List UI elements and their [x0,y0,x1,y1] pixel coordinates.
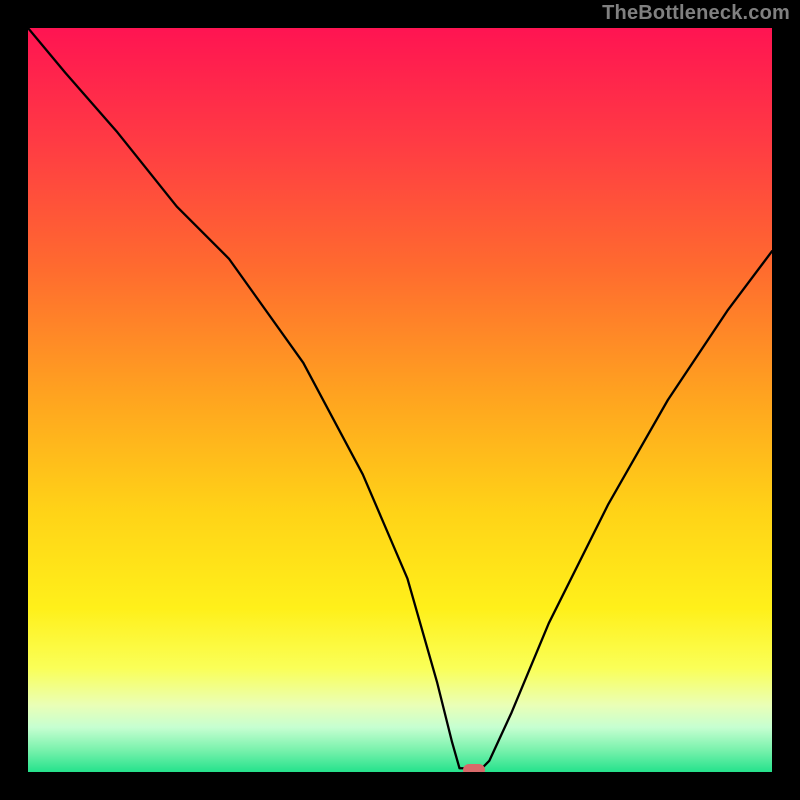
bottleneck-curve [28,28,772,772]
chart-frame: TheBottleneck.com [0,0,800,800]
plot-area [28,28,772,772]
optimal-point-marker [463,764,485,772]
watermark-text: TheBottleneck.com [602,2,790,25]
